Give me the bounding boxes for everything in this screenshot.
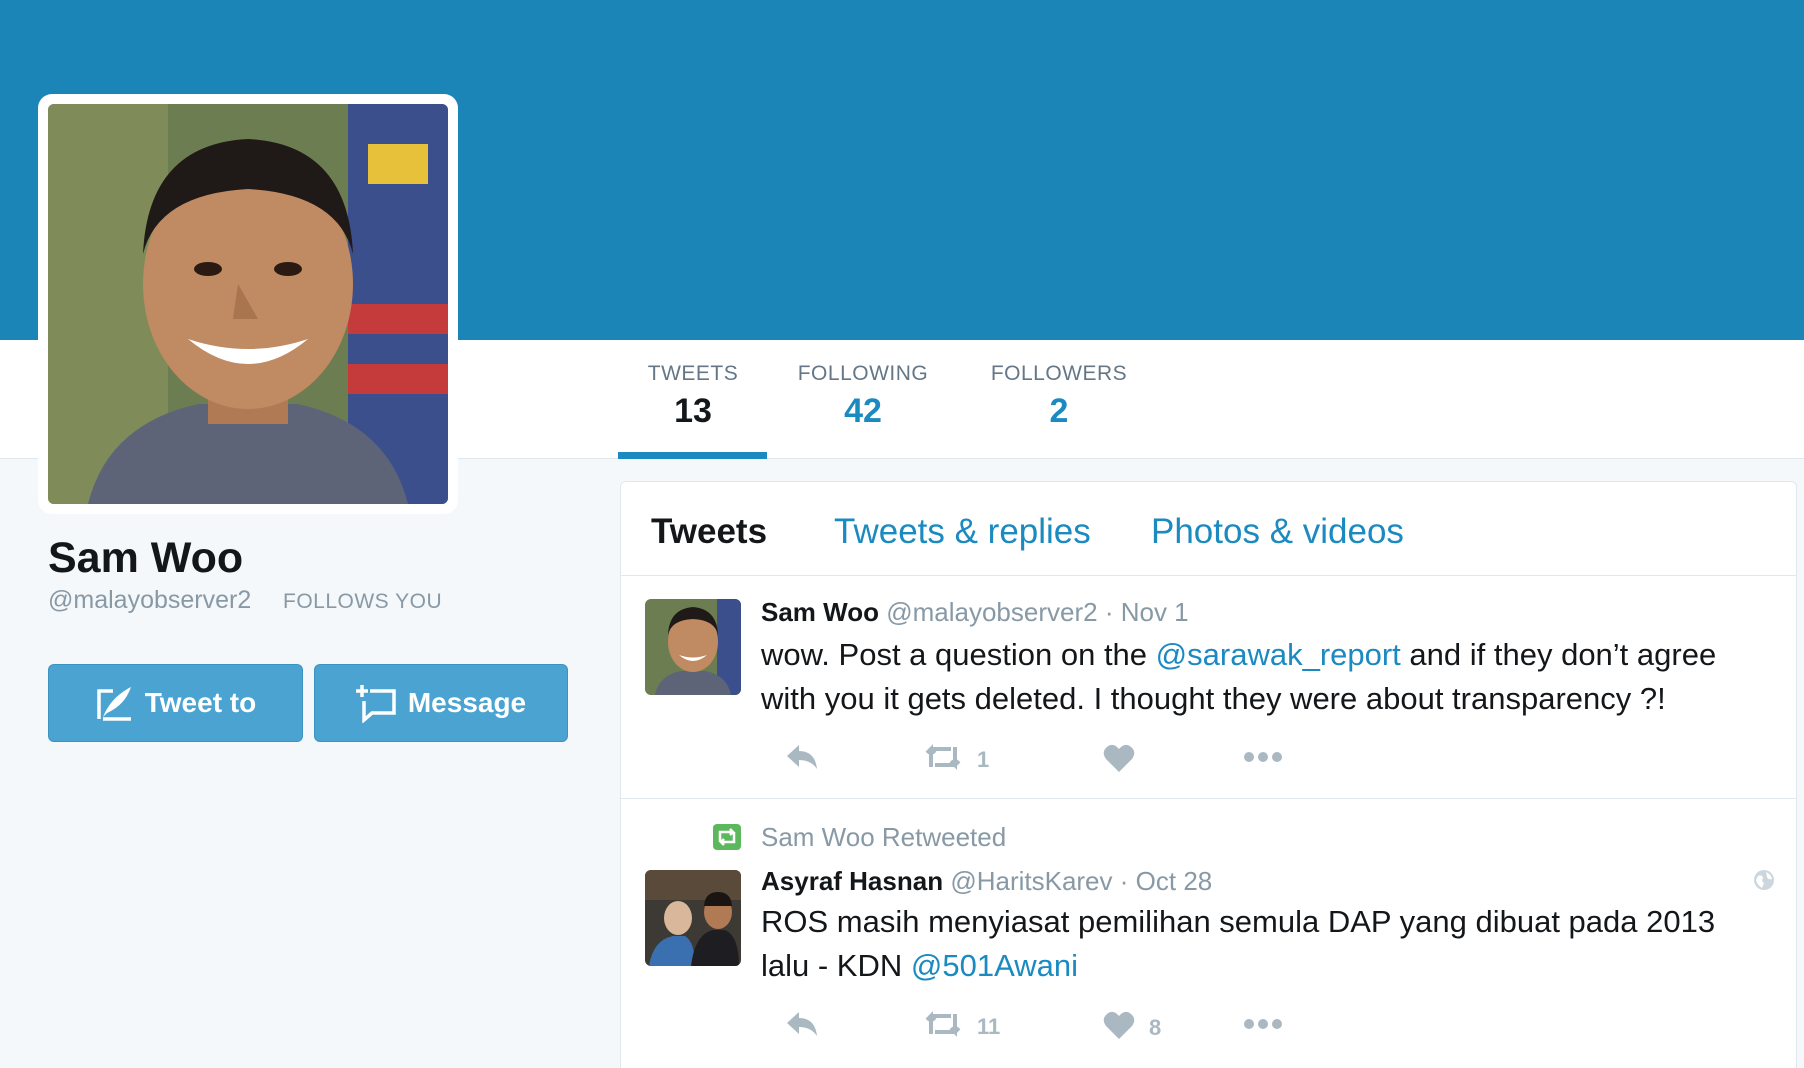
message-icon	[355, 683, 398, 723]
stat-value: 2	[1049, 392, 1069, 430]
retweet-count: 11	[977, 1014, 1001, 1039]
retweet-icon	[923, 1010, 963, 1044]
more-button[interactable]	[1243, 1010, 1283, 1036]
tweet-item[interactable]: Sam Woo @malayobserver2 · Nov 1 wow. Pos…	[621, 577, 1796, 799]
reply-icon	[785, 1010, 819, 1044]
retweet-icon	[923, 743, 963, 777]
tweet-actions: 11 8	[761, 1010, 1361, 1050]
tweet-handle[interactable]: @HaritsKarev	[950, 866, 1112, 896]
tweet-mention[interactable]: @501Awani	[911, 948, 1078, 983]
tweet-text: ROS masih menyiasat pemilihan semula DAP…	[761, 900, 1771, 988]
more-icon	[1243, 743, 1283, 769]
tweet-author[interactable]: Sam Woo	[761, 597, 879, 627]
follows-you-badge: FOLLOWS YOU	[283, 590, 443, 613]
stat-label: TWEETS	[647, 362, 739, 385]
heart-icon	[1103, 743, 1135, 779]
tweet-text: wow. Post a question on the @sarawak_rep…	[761, 633, 1771, 721]
tweet-actions: 1	[761, 743, 1361, 783]
tweet-avatar[interactable]	[645, 599, 741, 695]
message-button[interactable]: Message	[314, 664, 568, 742]
tweet-handle[interactable]: @malayobserver2	[886, 597, 1097, 627]
timeline: Tweets Tweets & replies Photos & videos …	[620, 481, 1797, 1068]
reply-button[interactable]	[785, 1010, 819, 1044]
like-button[interactable]	[1103, 743, 1149, 779]
retweet-count: 1	[977, 747, 990, 772]
stat-following[interactable]: FOLLOWING 42	[795, 362, 931, 431]
stat-value: 13	[674, 392, 712, 430]
tweet-author[interactable]: Asyraf Hasnan	[761, 866, 943, 896]
stat-followers[interactable]: FOLLOWERS 2	[989, 362, 1129, 431]
quill-icon	[95, 683, 135, 723]
profile-avatar[interactable]	[38, 94, 458, 514]
tab-tweets-replies[interactable]: Tweets & replies	[834, 512, 1091, 552]
stat-tweets[interactable]: TWEETS 13	[643, 362, 743, 431]
reply-button[interactable]	[785, 743, 819, 777]
stat-label: FOLLOWERS	[990, 362, 1128, 385]
reply-icon	[785, 743, 819, 777]
tweet-avatar[interactable]	[645, 870, 741, 966]
tweet-date[interactable]: · Oct 28	[1120, 866, 1212, 896]
timeline-tabs: Tweets Tweets & replies Photos & videos	[621, 482, 1796, 576]
profile-handle[interactable]: @malayobserver2	[48, 586, 251, 615]
like-count: 8	[1149, 1015, 1162, 1040]
heart-icon	[1103, 1010, 1135, 1046]
tweet-to-label: Tweet to	[144, 687, 257, 718]
message-label: Message	[407, 687, 527, 718]
tweet-text-before: wow. Post a question on the	[761, 637, 1148, 672]
retweeted-by-label[interactable]: Sam Woo Retweeted	[761, 822, 1006, 853]
tweet-date[interactable]: · Nov 1	[1105, 597, 1189, 627]
retweet-icon	[713, 824, 741, 850]
tweet-to-button[interactable]: Tweet to	[48, 664, 303, 742]
stat-label: FOLLOWING	[797, 362, 929, 385]
avatar-photo	[48, 104, 448, 504]
like-button[interactable]: 8	[1103, 1010, 1161, 1046]
more-icon	[1243, 1010, 1283, 1036]
retweet-button[interactable]: 11	[923, 1010, 1000, 1044]
profile-name[interactable]: Sam Woo	[48, 534, 243, 583]
tab-tweets[interactable]: Tweets	[651, 512, 767, 552]
retweet-button[interactable]: 1	[923, 743, 989, 777]
tweet-mention[interactable]: @sarawak_report	[1156, 637, 1401, 672]
globe-icon	[1752, 868, 1776, 897]
tweet-text-before: ROS masih menyiasat pemilihan semula DAP…	[761, 904, 1716, 983]
active-stat-underline	[618, 452, 767, 459]
tab-photos-videos[interactable]: Photos & videos	[1151, 512, 1404, 552]
more-button[interactable]	[1243, 743, 1283, 769]
stat-value: 42	[844, 392, 882, 430]
tweet-item[interactable]: Sam Woo Retweeted Asyraf Hasnan @HaritsK…	[621, 800, 1796, 1068]
